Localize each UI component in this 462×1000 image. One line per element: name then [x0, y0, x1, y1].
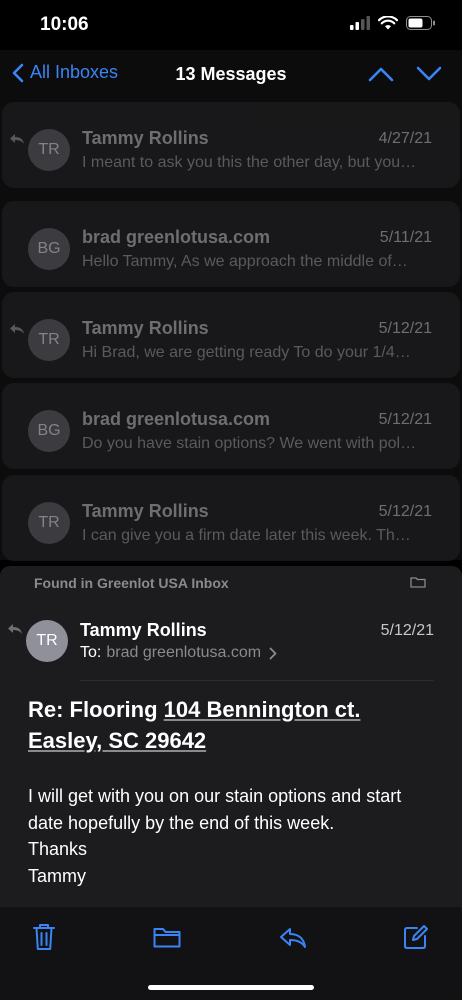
- thread-list: TR Tammy Rollins 4/27/21 I meant to ask …: [0, 100, 462, 561]
- body-line: date hopefully by the end of this week.: [28, 812, 335, 833]
- cellular-signal-icon: [350, 16, 370, 30]
- subject-text: Re: Flooring: [28, 697, 164, 722]
- message-body: I will get with you on our stain options…: [28, 783, 443, 889]
- message-item[interactable]: TR Tammy Rollins 5/12/21 I can give you …: [2, 475, 460, 561]
- folder-icon[interactable]: [153, 926, 181, 948]
- found-in-bar: Found in Greenlot USA Inbox: [0, 566, 462, 600]
- to-label: To:: [80, 644, 102, 661]
- message-sender: brad greenlotusa.com: [82, 227, 271, 247]
- message-sender: Tammy Rollins: [82, 501, 209, 521]
- message-date: 5/12/21: [378, 411, 432, 428]
- message-preview: Hi Brad, we are getting ready To do your…: [82, 344, 411, 361]
- body-line: Tammy: [28, 865, 86, 886]
- detail-date: 5/12/21: [380, 622, 434, 639]
- replied-icon: [10, 134, 24, 144]
- wifi-icon: [378, 16, 398, 30]
- status-time: 10:06: [40, 14, 89, 35]
- compose-icon[interactable]: [403, 924, 429, 950]
- avatar: TR: [28, 129, 70, 171]
- message-date: 5/11/21: [379, 229, 432, 246]
- avatar: TR: [28, 502, 70, 544]
- message-item[interactable]: TR Tammy Rollins 5/12/21 Hi Brad, we are…: [2, 292, 460, 378]
- replied-icon: [8, 624, 22, 634]
- found-in-label: Found in Greenlot USA Inbox: [34, 575, 229, 591]
- message-detail: TR Tammy Rollins 5/12/21 To: brad greenl…: [0, 600, 462, 907]
- message-sender: brad greenlotusa.com: [82, 409, 271, 429]
- trash-icon[interactable]: [32, 923, 56, 951]
- nav-bar: All Inboxes 13 Messages: [0, 50, 462, 100]
- body-line: I will get with you on our stain options…: [28, 786, 402, 806]
- reply-icon[interactable]: [279, 927, 307, 949]
- detail-sender[interactable]: Tammy Rollins: [80, 620, 207, 641]
- body-line: Thanks: [28, 839, 88, 859]
- message-preview: Do you have stain options? We went with …: [82, 435, 417, 452]
- address-link[interactable]: Easley, SC 29642: [28, 728, 206, 753]
- divider: [80, 680, 434, 681]
- replied-icon: [10, 324, 24, 334]
- next-message-button[interactable]: [416, 64, 442, 84]
- message-item[interactable]: TR Tammy Rollins 4/27/21 I meant to ask …: [2, 102, 460, 188]
- avatar: TR: [28, 319, 70, 361]
- message-preview: Hello Tammy, As we approach the middle o…: [82, 253, 408, 270]
- address-link[interactable]: 104 Bennington ct.: [164, 697, 361, 722]
- status-bar: 10:06: [0, 0, 462, 50]
- previous-message-button[interactable]: [368, 64, 394, 84]
- message-item[interactable]: BG brad greenlotusa.com 5/12/21 Do you h…: [2, 383, 460, 469]
- message-sender: Tammy Rollins: [82, 128, 209, 148]
- battery-icon: [406, 16, 435, 30]
- folder-icon[interactable]: [410, 576, 426, 588]
- message-preview: I meant to ask you this the other day, b…: [82, 154, 417, 171]
- message-preview: I can give you a firm date later this we…: [82, 527, 411, 544]
- avatar: BG: [28, 228, 70, 270]
- recipient: brad greenlotusa.com: [106, 644, 262, 661]
- avatar: TR: [26, 620, 68, 662]
- avatar: BG: [28, 410, 70, 452]
- recipient-row[interactable]: To: brad greenlotusa.com: [80, 644, 277, 662]
- message-item[interactable]: BG brad greenlotusa.com 5/11/21 Hello Ta…: [2, 201, 460, 287]
- message-date: 5/12/21: [378, 320, 432, 337]
- message-date: 4/27/21: [378, 130, 432, 147]
- message-date: 5/12/21: [378, 503, 432, 520]
- message-subject: Re: Flooring 104 Bennington ct. Easley, S…: [28, 694, 428, 756]
- message-sender: Tammy Rollins: [82, 318, 209, 338]
- chevron-right-icon: [269, 647, 277, 659]
- home-indicator[interactable]: [148, 985, 314, 990]
